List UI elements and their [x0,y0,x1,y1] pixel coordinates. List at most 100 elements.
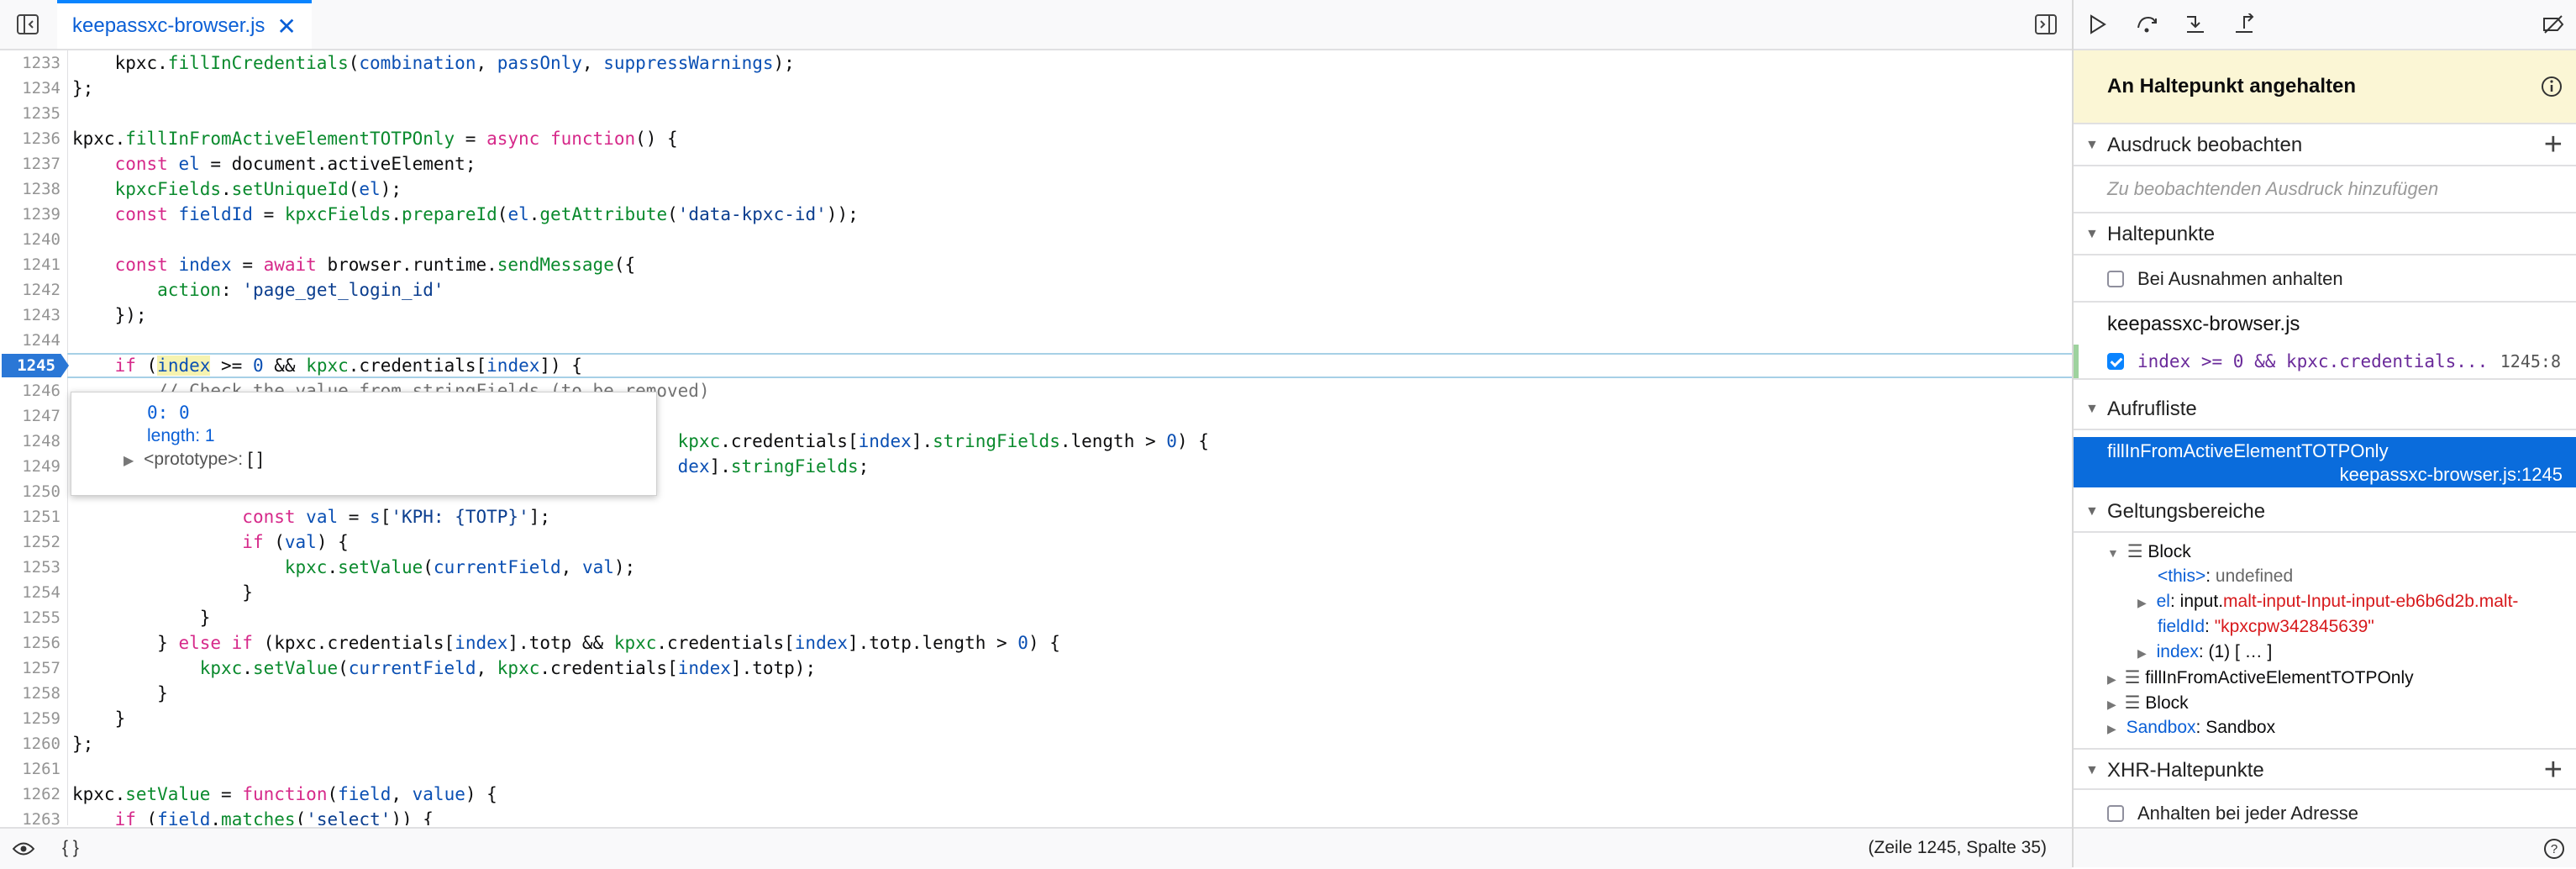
scope-var-fieldid[interactable]: fieldId: "kpxcpw342845639" [2158,617,2374,637]
code-line[interactable]: 1239 const fieldId = kpxcFields.prepareI… [0,202,2072,227]
call-stack-frame-selected[interactable]: fillInFromActiveElementTOTPOnly keepassx… [2074,437,2576,487]
code-line[interactable]: 1233 kpxc.fillInCredentials(combination,… [0,50,2072,76]
toggle-sidebar-icon[interactable] [2033,12,2058,37]
code-line[interactable]: 1236 kpxc.fillInFromActiveElementTOTPOnly… [0,126,2072,151]
code-line[interactable]: 1237 const el = document.activeElement; [0,151,2072,176]
code-line[interactable]: 1235 [0,101,2072,126]
code-line[interactable]: 1234}; [0,76,2072,101]
line-number[interactable]: 1256 [0,630,60,656]
code-line[interactable]: 1241 const index = await browser.runtime… [0,252,2072,277]
code-line[interactable]: 1243 }); [0,303,2072,328]
preview-row-prototype[interactable]: ▶ <prototype>: [ ] [124,450,262,470]
expand-triangle-icon[interactable]: ▶ [124,454,134,468]
expand-triangle-icon[interactable]: ▶ [2137,596,2147,609]
expand-triangle-icon[interactable]: ▶ [2107,672,2116,686]
scope-function[interactable]: ▶ ☰ fillInFromActiveElementTOTPOnly [2107,667,2414,688]
pause-any-url-checkbox[interactable] [2107,805,2124,822]
line-number[interactable]: 1257 [0,656,60,681]
breakpoint-entry[interactable]: index >= 0 && kpxc.credentials... 1245:8 [2074,345,2576,380]
line-number[interactable]: 1242 [0,277,60,303]
info-icon[interactable] [2539,74,2564,99]
code-line[interactable]: 1263 if (field.matches('select')) { [0,807,2072,825]
resume-icon[interactable] [2085,12,2111,37]
watch-expression-input[interactable]: Zu beobachtenden Ausdruck hinzufügen [2107,166,2438,212]
code-line[interactable]: 1252 if (val) { [0,529,2072,555]
line-number[interactable]: 1239 [0,202,60,227]
xhr-breakpoints-header[interactable]: ▼ XHR-Haltepunkte + [2074,748,2576,790]
code-line[interactable]: 1253 kpxc.setValue(currentField, val); [0,555,2072,580]
code-line[interactable]: 1238 kpxcFields.setUniqueId(el); [0,176,2072,202]
code-line[interactable]: 1255 } [0,605,2072,630]
call-stack-header[interactable]: ▼ Aufrufliste [2074,388,2576,430]
pause-on-exceptions-row[interactable]: Bei Ausnahmen anhalten [2074,257,2576,303]
line-number[interactable]: 1255 [0,605,60,630]
line-number[interactable]: 1252 [0,529,60,555]
line-number[interactable]: 1234 [0,76,60,101]
code-line[interactable]: 1258 } [0,681,2072,706]
line-number[interactable]: 1250 [0,479,60,504]
line-number[interactable]: 1262 [0,782,60,807]
line-number[interactable]: 1249 [0,454,60,479]
line-number[interactable]: 1233 [0,50,60,76]
scope-var-this[interactable]: <this>: undefined [2158,566,2293,587]
toggle-sources-pane-icon[interactable] [15,12,40,37]
line-number[interactable]: 1244 [0,328,60,353]
code-line[interactable]: 1259 } [0,706,2072,731]
pretty-print-button[interactable]: { } [62,829,79,867]
code-line[interactable]: 1240 [0,227,2072,252]
expand-triangle-icon[interactable]: ▼ [2107,546,2119,560]
expand-triangle-icon[interactable]: ▶ [2107,722,2116,735]
step-over-icon[interactable] [2134,12,2159,37]
line-number[interactable]: 1235 [0,101,60,126]
line-number[interactable]: 1259 [0,706,60,731]
line-number[interactable]: 1251 [0,504,60,529]
breakpoint-enabled-checkbox[interactable] [2107,353,2124,370]
code-line[interactable]: 1254 } [0,580,2072,605]
step-in-icon[interactable] [2183,12,2208,37]
line-number[interactable]: 1258 [0,681,60,706]
pause-on-exceptions-checkbox[interactable] [2107,271,2124,287]
code-line[interactable]: 1260}; [0,731,2072,756]
line-number[interactable]: 1238 [0,176,60,202]
expand-triangle-icon[interactable]: ▶ [2107,698,2116,711]
line-number[interactable]: 1261 [0,756,60,782]
scopes-header[interactable]: ▼ Geltungsbereiche [2074,491,2576,533]
line-number[interactable]: 1248 [0,429,60,454]
step-out-icon[interactable] [2232,12,2257,37]
code-line[interactable]: 1261 [0,756,2072,782]
line-number[interactable]: 1246 [0,378,60,403]
line-number[interactable]: 1253 [0,555,60,580]
scope-block-2[interactable]: ▶ ☰ Block [2107,693,2189,714]
line-number[interactable]: 1241 [0,252,60,277]
breakpoint-marker[interactable]: 1245 [2,354,69,377]
expand-triangle-icon[interactable]: ▶ [2137,646,2147,660]
code-line[interactable]: 1245 if (index >= 0 && kpxc.credentials[… [0,353,2072,378]
watch-expressions-header[interactable]: ▼ Ausdruck beobachten + [2074,124,2576,166]
line-number[interactable]: 1236 [0,126,60,151]
breakpoints-header[interactable]: ▼ Haltepunkte [2074,213,2576,255]
eye-icon[interactable] [12,837,35,861]
scope-sandbox[interactable]: ▶ Sandbox: Sandbox [2107,718,2275,738]
close-tab-icon[interactable]: ✕ [276,13,296,40]
deactivate-breakpoints-icon[interactable] [2541,12,2566,37]
code-line[interactable]: 1251 const val = s['KPH: {TOTP}']; [0,504,2072,529]
add-xhr-breakpoint-icon[interactable]: + [2544,750,2563,790]
code-line[interactable]: 1257 kpxc.setValue(currentField, kpxc.cr… [0,656,2072,681]
line-number[interactable]: 1260 [0,731,60,756]
code-line[interactable]: 1256 } else if (kpxc.credentials[index].… [0,630,2072,656]
code-line[interactable]: 1262 kpxc.setValue = function(field, valu… [0,782,2072,807]
line-number[interactable]: 1240 [0,227,60,252]
code-line[interactable]: 1242 action: 'page_get_login_id' [0,277,2072,303]
scope-block[interactable]: ▼ ☰ Block [2107,541,2191,562]
line-number[interactable]: 1237 [0,151,60,176]
help-icon[interactable]: ? [2542,837,2566,861]
code-line[interactable]: 1244 [0,328,2072,353]
scope-var-index[interactable]: ▶ index: (1) [ … ] [2137,642,2272,662]
line-number[interactable]: 1263 [0,807,60,825]
line-number[interactable]: 1243 [0,303,60,328]
line-number[interactable]: 1254 [0,580,60,605]
add-watch-icon[interactable]: + [2544,124,2563,165]
tab-keepassxc-browser-js[interactable]: keepassxc-browser.js ✕ [57,0,312,49]
scope-var-el[interactable]: ▶ el: input.malt-input-Input-input-eb6b6… [2137,592,2518,612]
line-number[interactable]: 1247 [0,403,60,429]
